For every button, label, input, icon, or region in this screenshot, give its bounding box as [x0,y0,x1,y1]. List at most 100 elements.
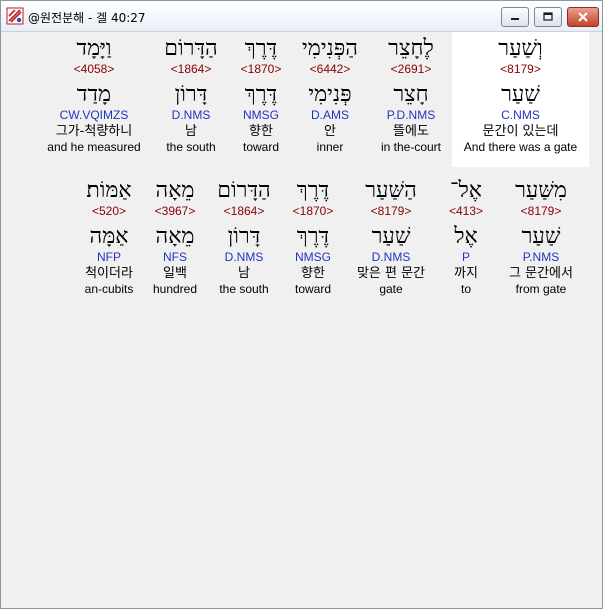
hebrew-word: מִשַּׁעַר [515,178,567,203]
close-button[interactable] [567,7,599,27]
maximize-button[interactable] [534,7,562,27]
english-gloss: inner [316,140,344,154]
lemma-word: דֶּרֶךְ [244,82,278,107]
strong-number[interactable]: <6442> [294,62,366,77]
morphology-code: P.D.NMS [386,108,436,122]
hebrew-word: לֶחָצֵר [388,36,434,61]
english-gloss: gate [379,282,403,296]
morphology-code: D.NMS [171,108,211,122]
strong-number[interactable]: <1864> [206,204,282,219]
hebrew-word: הַפְּנִימִי [302,36,358,61]
interlinear-content: וְשַׁעַר <8179> שַׁעַר C.NMS 문간이 있는데 And… [2,32,602,608]
word-column[interactable]: הַדָּרוֹם <1864> דָּרוֹן D.NMS 남 the sou… [206,178,282,297]
korean-gloss: 남 [238,266,250,281]
strong-number[interactable]: <1864> [154,62,228,77]
english-gloss: hundred [152,282,198,296]
word-column[interactable]: הַפְּנִימִי <6442> פְּנִימִי D.AMS 안 inn… [294,36,366,155]
hebrew-word: הַדָּרוֹם [217,178,271,203]
strong-number[interactable]: <8179> [452,62,589,77]
word-column[interactable]: לֶחָצֵר <2691> חָצֵר P.D.NMS 뜰에도 in the-… [376,36,446,155]
hebrew-word: הַדָּרוֹם [164,36,218,61]
english-gloss: and he measured [47,140,141,154]
word-column[interactable]: מִשַּׁעַר <8179> שַׁעַר P.NMS 그 문간에서 fro… [496,178,586,297]
app-window: @원전분해 - 겔 40:27 וְשַׁעַר <8179> שַׁעַר C… [0,0,603,609]
english-gloss: from gate [515,282,567,296]
korean-gloss: 까지 [454,266,478,281]
hebrew-word: אַמּוֹת׃ [86,178,132,203]
korean-gloss: 그가-척량하니 [55,124,133,139]
morphology-code: CW.VQIMZS [59,108,129,122]
english-gloss: toward [294,282,332,296]
morphology-code: P.NMS [522,250,560,264]
hebrew-word: וַיָּמָד [76,36,112,61]
lemma-word: מָדַד [76,82,112,107]
lemma-word: מֵאָה [155,224,195,249]
hebrew-word: וְשַׁעַר [498,36,543,61]
morphology-code: NFS [163,250,187,264]
korean-gloss: 안 [324,124,336,139]
hebrew-word: מֵאָה [155,178,195,203]
strong-number[interactable]: <2691> [376,62,446,77]
lemma-word: אַמָּה [89,224,129,249]
lemma-word: שַׁעַר [501,82,540,107]
lemma-word: אֶל [454,224,478,249]
korean-gloss: 문간이 있는데 [482,124,559,139]
korean-gloss: 맞은 편 문간 [356,266,426,281]
english-gloss: toward [242,140,280,154]
english-gloss: the south [166,140,216,154]
hebrew-word: אֶל־ [450,178,482,203]
korean-gloss: 향한 [301,266,325,281]
word-column[interactable]: מֵאָה <3967> מֵאָה NFS 일백 hundred [146,178,204,297]
korean-gloss: 일백 [163,266,187,281]
minimize-button[interactable] [501,7,529,27]
morphology-code: D.NMS [371,250,411,264]
strong-number[interactable]: <3967> [146,204,204,219]
lemma-word: דֶּרֶךְ [296,224,330,249]
morphology-code: NFP [97,250,121,264]
word-column[interactable]: וְשַׁעַר <8179> שַׁעַר C.NMS 문간이 있는데 And… [452,36,589,155]
title-bar[interactable]: @원전분해 - 겔 40:27 [1,1,602,32]
english-gloss: in the-court [380,140,442,154]
word-column[interactable]: דֶּרֶךְ <1870> דֶּרֶךְ NMSG 향한 toward [232,36,290,155]
korean-gloss: 척이더라 [85,266,133,281]
word-column[interactable]: דֶּרֶךְ <1870> דֶּרֶךְ NMSG 향한 toward [284,178,342,297]
morphology-code: D.AMS [310,108,349,122]
word-column[interactable]: הַדָּרוֹם <1864> דָּרוֹן D.NMS 남 the sou… [154,36,228,155]
morphology-code: NMSG [243,108,279,122]
lemma-word: דָּרוֹן [227,224,261,249]
word-column[interactable]: וַיָּמָד <4058> מָדַד CW.VQIMZS 그가-척량하니 … [40,36,148,155]
close-icon [578,12,588,22]
strong-number[interactable]: <413> [438,204,494,219]
strong-number[interactable]: <520> [74,204,144,219]
lemma-word: שַׁעַר [521,224,561,249]
morphology-code: C.NMS [501,108,540,122]
hebrew-word: דֶּרֶךְ [244,36,278,61]
strong-number[interactable]: <1870> [284,204,342,219]
morphology-code: P [461,250,470,264]
word-column[interactable]: אֶל־ <413> אֶל P 까지 to [438,178,494,297]
word-column[interactable]: הַשַּׁעַר <8179> שַׁעַר D.NMS 맞은 편 문간 ga… [346,178,436,297]
lemma-word: חָצֵר [393,82,429,107]
hebrew-word: דֶּרֶךְ [296,178,330,203]
lemma-word: שַׁעַר [371,224,411,249]
app-icon [6,7,24,25]
strong-number[interactable]: <8179> [496,204,586,219]
lemma-word: פְּנִימִי [308,82,352,107]
korean-gloss: 뜰에도 [393,124,429,139]
minimize-icon [511,18,519,20]
window-title: @원전분해 - 겔 40:27 [28,11,146,25]
morphology-code: NMSG [295,250,331,264]
lemma-word: דָּרוֹן [174,82,208,107]
hebrew-word: הַשַּׁעַר [365,178,417,203]
korean-gloss: 향한 [249,124,273,139]
strong-number[interactable]: <4058> [40,62,148,77]
korean-gloss: 그 문간에서 [509,266,573,281]
english-gloss: And there was a gate [463,140,578,154]
english-gloss: the south [219,282,269,296]
strong-number[interactable]: <1870> [232,62,290,77]
morphology-code: D.NMS [224,250,264,264]
maximize-icon [543,12,553,21]
strong-number[interactable]: <8179> [346,204,436,219]
word-column[interactable]: אַמּוֹת׃ <520> אַמָּה NFP 척이더라 an-cubits [74,178,144,297]
english-gloss: an-cubits [84,282,134,296]
